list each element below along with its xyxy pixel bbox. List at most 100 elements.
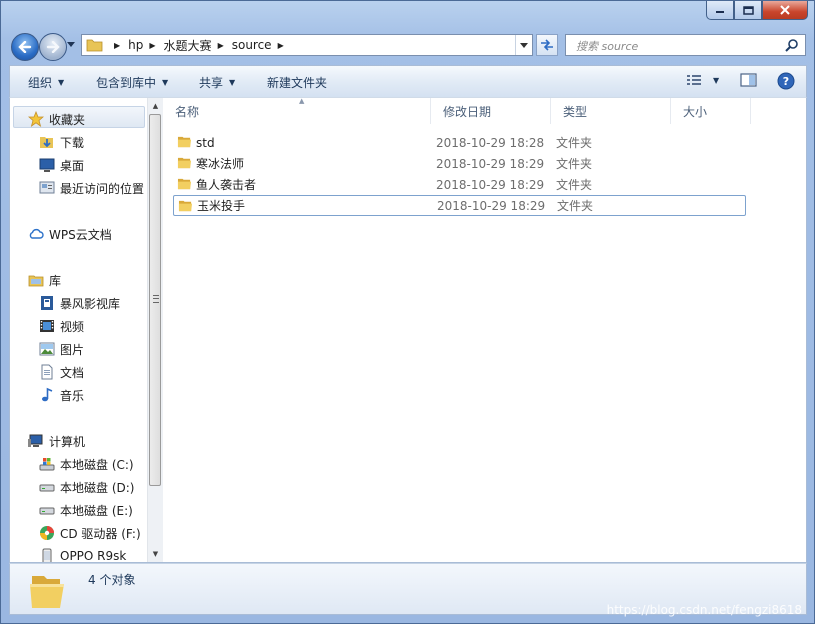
file-list: ▲ 名称 修改日期 类型 大小 std 2018-10-29 18:28 文件夹… [163,97,806,562]
nav-drive-c[interactable]: 本地磁盘 (C:) [39,453,134,475]
nav-wps-label: WPS云文档 [49,227,112,242]
organize-menu[interactable]: 组织 ▼ [28,74,64,91]
column-header-type[interactable]: 类型 [551,98,671,124]
file-name: 鱼人袭击者 [196,178,257,192]
breadcrumb-source[interactable]: source [232,35,272,55]
nav-baofeng-label: 暴风影视库 [60,296,121,311]
nav-wps-cloud[interactable]: WPS云文档 [28,223,112,245]
file-type: 文件夹 [556,136,593,150]
breadcrumb-separator-icon[interactable]: ▶ [218,41,224,50]
arrow-left-icon [18,41,32,53]
file-row-focused[interactable]: 玉米投手 2018-10-29 18:29 文件夹 [173,195,746,216]
file-date: 2018-10-29 18:29 [437,198,546,213]
file-date: 2018-10-29 18:29 [436,177,545,192]
address-bar[interactable]: ▶ hp ▶ 水题大赛 ▶ source ▶ [81,34,533,56]
minimize-button[interactable] [706,1,734,20]
preview-pane-button[interactable] [740,72,758,91]
maximize-icon [742,5,754,15]
refresh-button[interactable] [536,34,558,56]
large-folder-icon [30,576,64,608]
organize-label: 组织 [28,76,53,90]
search-input[interactable] [574,37,783,55]
file-row[interactable]: 鱼人袭击者 2018-10-29 18:29 文件夹 [173,174,746,195]
breadcrumb-separator-icon[interactable]: ▶ [114,41,120,50]
scroll-up-button[interactable]: ▲ [148,98,163,114]
nav-libraries[interactable]: 库 [28,269,61,291]
star-icon [28,111,44,127]
chevron-down-icon: ▼ [713,75,720,85]
nav-recent[interactable]: 最近访问的位置 [39,177,144,199]
file-row[interactable]: 寒冰法师 2018-10-29 18:29 文件夹 [173,153,746,174]
nav-downloads[interactable]: 下载 [39,131,84,153]
cd-drive-icon [40,526,54,540]
forward-button[interactable] [39,33,67,61]
back-button[interactable] [11,33,39,61]
breadcrumb-hp[interactable]: hp [128,35,143,55]
column-size-label: 大小 [683,104,708,119]
column-name-label: 名称 [175,104,200,119]
breadcrumb-separator-icon[interactable]: ▶ [149,41,155,50]
chevron-down-icon [520,42,528,48]
nav-drive-d[interactable]: 本地磁盘 (D:) [39,476,134,498]
column-header-date[interactable]: 修改日期 [431,98,551,124]
folder-icon [178,200,193,212]
recent-pages-dropdown-icon[interactable] [67,42,75,48]
picture-icon [39,342,55,356]
phone-icon [42,548,52,562]
watermark: https://blog.csdn.net/fengzi8618 [606,603,802,617]
column-header-name[interactable]: ▲ 名称 [163,97,431,124]
file-row[interactable]: std 2018-10-29 18:28 文件夹 [173,132,746,153]
breadcrumb-shuiti[interactable]: 水题大赛 [164,35,212,55]
nav-drive-e[interactable]: 本地磁盘 (E:) [39,499,133,521]
sort-ascending-icon: ▲ [299,97,305,105]
help-button[interactable]: ? [777,72,795,93]
refresh-icon [541,39,553,51]
nav-music-label: 音乐 [60,388,85,403]
nav-videos[interactable]: 视频 [39,315,84,337]
nav-music[interactable]: 音乐 [39,384,84,406]
film-icon [40,320,54,332]
nav-pictures[interactable]: 图片 [39,338,84,360]
search-box[interactable] [565,34,806,56]
item-count: 4 个对象 [88,573,136,587]
navigation-scrollbar[interactable]: ▲ ▼ [147,98,163,562]
chevron-down-icon: ▼ [229,78,236,87]
file-type: 文件夹 [557,199,594,213]
music-note-icon [42,387,53,402]
minimize-icon [716,11,724,13]
document-icon [41,364,53,380]
scroll-thumb[interactable] [149,114,161,486]
column-header-size[interactable]: 大小 [671,98,751,124]
file-type: 文件夹 [556,157,593,171]
file-type: 文件夹 [556,178,593,192]
nav-baofeng[interactable]: 暴风影视库 [39,292,120,314]
maximize-button[interactable] [734,1,762,20]
new-folder-button[interactable]: 新建文件夹 [267,74,327,91]
new-folder-label: 新建文件夹 [267,76,328,90]
content-area: 收藏夹 下载 桌面 最近访问的位置 WPS云文档 库 暴风影视库 视频 图片 文… [9,97,807,563]
nav-documents-label: 文档 [60,365,85,380]
change-view-button[interactable]: ▼ [686,72,719,88]
close-icon [780,5,790,15]
nav-oppo-label: OPPO R9sk [60,549,127,562]
include-in-library-menu[interactable]: 包含到库中 ▼ [96,74,168,91]
share-menu[interactable]: 共享 ▼ [199,74,235,91]
chevron-down-icon: ▼ [162,78,169,87]
nav-documents[interactable]: 文档 [39,361,84,383]
address-dropdown-button[interactable] [515,35,532,55]
folder-icon [86,39,103,52]
close-button[interactable] [762,1,808,20]
search-icon[interactable] [785,38,799,52]
grip-icon [153,295,159,303]
nav-drive-f[interactable]: CD 驱动器 (F:) [39,522,141,544]
column-type-label: 类型 [563,104,588,119]
scroll-down-button[interactable]: ▼ [148,546,163,562]
desktop-icon [39,158,55,172]
nav-favorites[interactable]: 收藏夹 [28,108,85,130]
nav-oppo[interactable]: OPPO R9sk [39,545,126,562]
nav-desktop[interactable]: 桌面 [39,154,84,176]
file-name: 玉米投手 [197,199,246,213]
breadcrumb-separator-icon[interactable]: ▶ [278,41,284,50]
arrow-right-icon [46,41,60,53]
nav-computer[interactable]: 计算机 [28,430,85,452]
